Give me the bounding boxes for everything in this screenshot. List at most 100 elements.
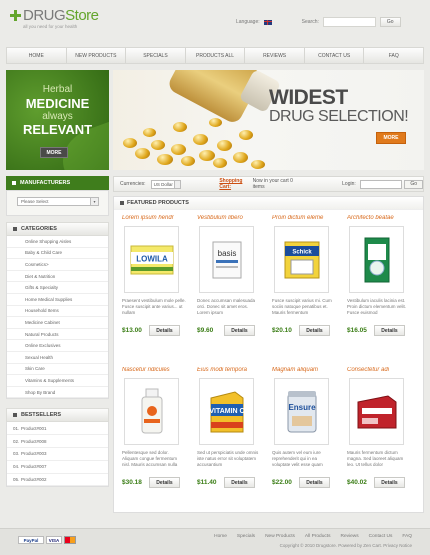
category-item[interactable]: Natural Products: [7, 329, 108, 341]
dental-floss-image: [364, 237, 389, 282]
product-title[interactable]: Nascetur ridicules: [122, 367, 186, 373]
product-price: $20.10: [272, 327, 292, 334]
product-title[interactable]: Eius modi tempora: [197, 367, 261, 373]
category-item[interactable]: Vitamins & Supplements: [7, 375, 108, 387]
details-button[interactable]: Details: [224, 477, 255, 488]
banner-drug-selection: DRUG SELECTION!: [269, 108, 409, 125]
details-button[interactable]: Details: [374, 325, 405, 336]
toolbar: Currencies: US Dollar Shopping Cart: Now…: [113, 176, 424, 192]
footer-link-all-products[interactable]: All Products: [305, 534, 331, 539]
details-button[interactable]: Details: [374, 477, 405, 488]
pill-image: [135, 148, 150, 159]
product-title[interactable]: Archifecto beatae: [347, 215, 411, 221]
nav-products-all[interactable]: PRODUCTS ALL: [186, 48, 246, 63]
category-item[interactable]: Home Medical Supplies: [7, 294, 108, 306]
bestseller-item[interactable]: 02. Product#008: [7, 435, 108, 448]
product-card: Eius modi tempora VITAMIN C Sed ut persp…: [197, 367, 261, 488]
product-description: Quis autem vel eum iure reprehenderit qu…: [272, 450, 323, 467]
login-input[interactable]: [359, 179, 403, 189]
product-card: Archifecto beatae Vestibulum iaculis lac…: [347, 215, 411, 336]
currencies-label: Currencies:: [120, 181, 146, 187]
herbal-medicine-banner[interactable]: Herbal MEDICINE always RELEVANT MORE: [6, 70, 109, 170]
logo-text-drug: DRUG: [23, 7, 66, 24]
bestseller-name[interactable]: Product#007: [21, 464, 47, 469]
banner-herbal: Herbal: [42, 84, 73, 95]
bestseller-item[interactable]: 05. Product#002: [7, 474, 108, 487]
nav-reviews[interactable]: REVIEWS: [245, 48, 305, 63]
nav-contact-us[interactable]: CONTACT US: [305, 48, 365, 63]
bestseller-name[interactable]: Product#008: [21, 439, 47, 444]
category-item[interactable]: Online Shopping Aisles: [7, 236, 108, 248]
svg-text:Ensure: Ensure: [288, 403, 316, 412]
drug-selection-banner[interactable]: WIDEST DRUG SELECTION! MORE: [113, 70, 424, 170]
banner-right-more-button[interactable]: MORE: [376, 132, 406, 144]
details-button[interactable]: Details: [224, 325, 255, 336]
details-button[interactable]: Details: [299, 325, 330, 336]
product-image[interactable]: Schick: [274, 226, 329, 293]
category-item[interactable]: Baby & Child Care: [7, 248, 108, 260]
uk-flag-icon[interactable]: [263, 19, 272, 25]
category-item[interactable]: Medicine Cabinet: [7, 317, 108, 329]
search-go-button[interactable]: Go: [379, 17, 401, 27]
footer-link-reviews[interactable]: Reviews: [341, 534, 359, 539]
nav-home[interactable]: HOME: [7, 48, 67, 63]
nav-new-products[interactable]: NEW PRODUCTS: [67, 48, 127, 63]
bestseller-name[interactable]: Product#003: [21, 451, 47, 456]
nav-faq[interactable]: FAQ: [364, 48, 423, 63]
banner-left-more-button[interactable]: MORE: [40, 147, 68, 158]
product-image[interactable]: [124, 378, 179, 445]
login-label: Login:: [342, 181, 356, 187]
manufacturers-header: MANUFACTURERS: [6, 176, 109, 190]
bestseller-item[interactable]: 04. Product#007: [7, 461, 108, 474]
details-button[interactable]: Details: [299, 477, 330, 488]
product-image[interactable]: [349, 378, 404, 445]
footer-link-contact-us[interactable]: Contact Us: [369, 534, 393, 539]
bestseller-name[interactable]: Product#001: [21, 426, 47, 431]
bestseller-item[interactable]: 01. Product#001: [7, 422, 108, 436]
pill-image: [233, 152, 248, 163]
product-image[interactable]: [349, 226, 404, 293]
bullet-icon: [12, 181, 16, 185]
product-image[interactable]: basis: [199, 226, 254, 293]
category-item[interactable]: Gifts & Specialty: [7, 282, 108, 294]
schick-injector-image: Schick: [284, 241, 319, 278]
product-image[interactable]: Ensure: [274, 378, 329, 445]
bestseller-name[interactable]: Product#002: [21, 477, 47, 482]
category-item[interactable]: Diet & Nutrition: [7, 271, 108, 283]
product-title[interactable]: Lorem ipsum hendr: [122, 215, 186, 221]
pill-image: [213, 158, 227, 168]
category-item[interactable]: Skin Care: [7, 364, 108, 376]
details-button[interactable]: Details: [149, 477, 180, 488]
categories-header: CATEGORIES: [6, 222, 109, 236]
manufacturer-select[interactable]: Please Select ▾: [17, 197, 99, 206]
shopping-cart-link[interactable]: Shopping Cart:: [219, 178, 248, 190]
footer-link-home[interactable]: Home: [214, 534, 227, 539]
product-title[interactable]: Proin dictum eleme: [272, 215, 336, 221]
bestseller-item[interactable]: 03. Product#003: [7, 448, 108, 461]
logo[interactable]: DRUGStore all you need for your health: [10, 8, 120, 40]
footer-link-specials[interactable]: Specials: [237, 534, 255, 539]
product-image[interactable]: VITAMIN C: [199, 378, 254, 445]
vitamin-c-box-image: VITAMIN C: [209, 390, 244, 432]
category-item[interactable]: Shop By Brand: [7, 387, 108, 399]
footer-link-new-products[interactable]: New Products: [265, 534, 295, 539]
details-button[interactable]: Details: [149, 325, 180, 336]
product-image[interactable]: LOWILA: [124, 226, 179, 293]
nav-specials[interactable]: SPECIALS: [126, 48, 186, 63]
product-description: Donec accumsan malesuada orci. Donec sit…: [197, 298, 256, 315]
product-title[interactable]: Consectetur adi: [347, 367, 411, 373]
footer: PayPal VISA Home Specials New Products A…: [0, 528, 430, 555]
category-item[interactable]: Household Items: [7, 306, 108, 318]
currency-select[interactable]: US Dollar: [150, 179, 182, 189]
product-title[interactable]: Vestibulum libero: [197, 215, 261, 221]
banner-relevant: RELEVANT: [22, 122, 93, 137]
product-price: $13.00: [122, 327, 142, 334]
login-go-button[interactable]: Go: [404, 179, 424, 189]
category-item[interactable]: Sexual Health: [7, 352, 108, 364]
category-item[interactable]: Cosmetics>: [7, 259, 108, 271]
search-input[interactable]: [322, 17, 376, 27]
category-item[interactable]: Online Exclusives: [7, 340, 108, 352]
footer-link-faq[interactable]: FAQ: [402, 534, 412, 539]
product-card: Magnam aliquam Ensure Quis autem vel eum…: [272, 367, 336, 488]
product-title[interactable]: Magnam aliquam: [272, 367, 336, 373]
